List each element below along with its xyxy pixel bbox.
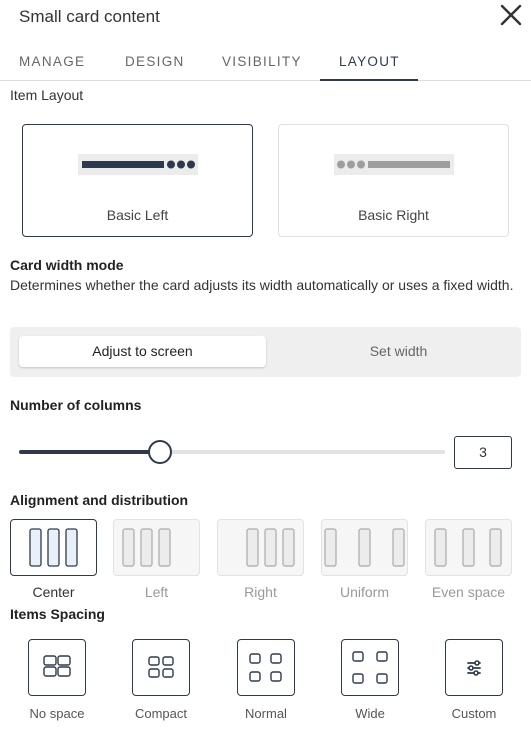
alignment-even-space-button[interactable] bbox=[425, 519, 512, 576]
layout-option-basic-right[interactable]: Basic Right bbox=[278, 124, 509, 237]
columns-heading: Number of columns bbox=[10, 397, 142, 413]
set-width-option[interactable]: Set width bbox=[275, 336, 522, 367]
basic-right-preview-icon bbox=[334, 154, 454, 175]
card-width-heading: Card width mode bbox=[10, 257, 124, 273]
tab-bar: MANAGE DESIGN VISIBILITY LAYOUT bbox=[0, 40, 531, 81]
close-icon bbox=[500, 4, 522, 26]
panel-title: Small card content bbox=[19, 7, 160, 26]
panel-header: Small card content bbox=[0, 0, 531, 36]
alignment-option-label: Center bbox=[32, 584, 75, 600]
spacing-no-space-button[interactable] bbox=[28, 639, 86, 696]
columns-slider-handle[interactable] bbox=[147, 440, 172, 464]
active-tab-indicator bbox=[320, 79, 418, 81]
tab-layout[interactable]: LAYOUT bbox=[339, 54, 400, 69]
spacing-option-label: Wide bbox=[355, 706, 385, 721]
spacing-option-label: Compact bbox=[134, 706, 188, 721]
alignment-option-label: Uniform bbox=[339, 584, 389, 600]
alignment-heading: Alignment and distribution bbox=[10, 492, 189, 508]
sliders-icon bbox=[467, 660, 481, 676]
align-right-icon bbox=[246, 528, 295, 567]
columns-slider-fill bbox=[19, 450, 160, 454]
spacing-compact-button[interactable] bbox=[132, 639, 190, 696]
tab-visibility[interactable]: VISIBILITY bbox=[222, 54, 302, 69]
grid-wide-icon bbox=[352, 651, 388, 684]
align-center-icon bbox=[29, 528, 78, 567]
alignment-right-button[interactable] bbox=[217, 519, 304, 576]
spacing-option-label: No space bbox=[29, 706, 85, 721]
card-width-segmented-control: Adjust to screen Set width bbox=[10, 327, 521, 377]
layout-option-label: Basic Right bbox=[358, 207, 429, 223]
align-left-icon bbox=[122, 528, 171, 567]
alignment-center-button[interactable] bbox=[10, 519, 97, 576]
alignment-option-label: Left bbox=[144, 584, 169, 600]
align-even-space-icon bbox=[434, 528, 502, 567]
spacing-custom-button[interactable] bbox=[445, 639, 503, 696]
item-layout-heading: Item Layout bbox=[10, 87, 84, 103]
spacing-normal-button[interactable] bbox=[237, 639, 295, 696]
alignment-left-button[interactable] bbox=[113, 519, 200, 576]
columns-slider-track[interactable] bbox=[19, 450, 445, 454]
adjust-to-screen-option[interactable]: Adjust to screen bbox=[19, 336, 266, 367]
grid-normal-icon bbox=[249, 653, 282, 682]
spacing-option-label: Normal bbox=[245, 706, 287, 721]
align-uniform-icon bbox=[324, 528, 405, 567]
layout-option-basic-left[interactable]: Basic Left bbox=[22, 124, 253, 237]
tab-manage[interactable]: MANAGE bbox=[19, 54, 85, 69]
card-width-description: Determines whether the card adjusts its … bbox=[10, 277, 514, 293]
grid-compact-icon bbox=[148, 656, 174, 678]
close-button[interactable] bbox=[497, 2, 525, 30]
columns-number-input[interactable]: 3 bbox=[454, 436, 512, 469]
alignment-uniform-button[interactable] bbox=[321, 519, 408, 576]
alignment-option-label: Right bbox=[244, 584, 277, 600]
tab-design[interactable]: DESIGN bbox=[125, 54, 185, 69]
items-spacing-heading: Items Spacing bbox=[10, 606, 105, 622]
spacing-wide-button[interactable] bbox=[341, 639, 399, 696]
layout-option-label: Basic Left bbox=[106, 207, 169, 223]
spacing-option-label: Custom bbox=[451, 706, 497, 721]
basic-left-preview-icon bbox=[78, 154, 198, 175]
grid-no-space-icon bbox=[43, 655, 71, 677]
alignment-option-label: Even space bbox=[431, 584, 506, 600]
